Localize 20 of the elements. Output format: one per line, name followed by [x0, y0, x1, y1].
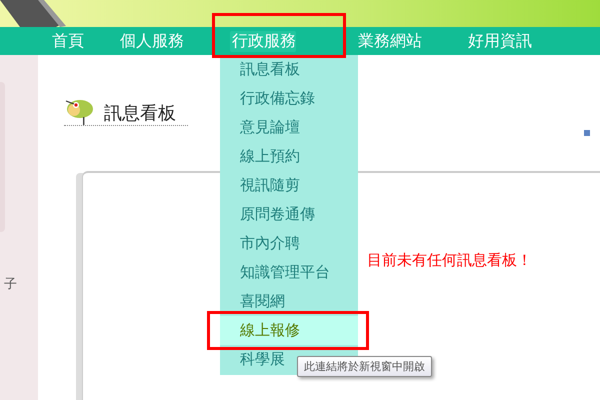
nav-tab[interactable]: 首頁 — [52, 30, 84, 52]
menu-item[interactable]: 訊息看板 — [220, 55, 358, 84]
menu-item[interactable]: 視訊隨剪 — [220, 171, 358, 200]
bullet-icon — [584, 130, 590, 136]
menu-item[interactable]: 意見論壇 — [220, 113, 358, 142]
nav-tab[interactable]: 行政服務 — [230, 30, 296, 52]
menu-item[interactable]: 線上預約 — [220, 142, 358, 171]
menu-item[interactable]: 知識管理平台 — [220, 258, 358, 287]
nav-tab[interactable]: 個人服務 — [120, 30, 184, 52]
nav-tab[interactable]: 好用資訊 — [468, 30, 532, 52]
menu-item[interactable]: 線上報修 — [220, 316, 358, 345]
menu-item[interactable]: 原問卷通傳 — [220, 200, 358, 229]
sidebar-text: 子 — [4, 276, 17, 293]
menu-item[interactable]: 喜閱網 — [220, 287, 358, 316]
tooltip: 此連結將於新視窗中開啟 — [297, 356, 432, 377]
page-title: 訊息看板 — [104, 102, 176, 125]
nav-tab[interactable]: 業務網站 — [358, 30, 422, 52]
empty-message: 目前未有任何訊息看板！ — [367, 251, 533, 270]
menu-item[interactable]: 市內介聘 — [220, 229, 358, 258]
menu-item[interactable]: 行政備忘錄 — [220, 84, 358, 113]
